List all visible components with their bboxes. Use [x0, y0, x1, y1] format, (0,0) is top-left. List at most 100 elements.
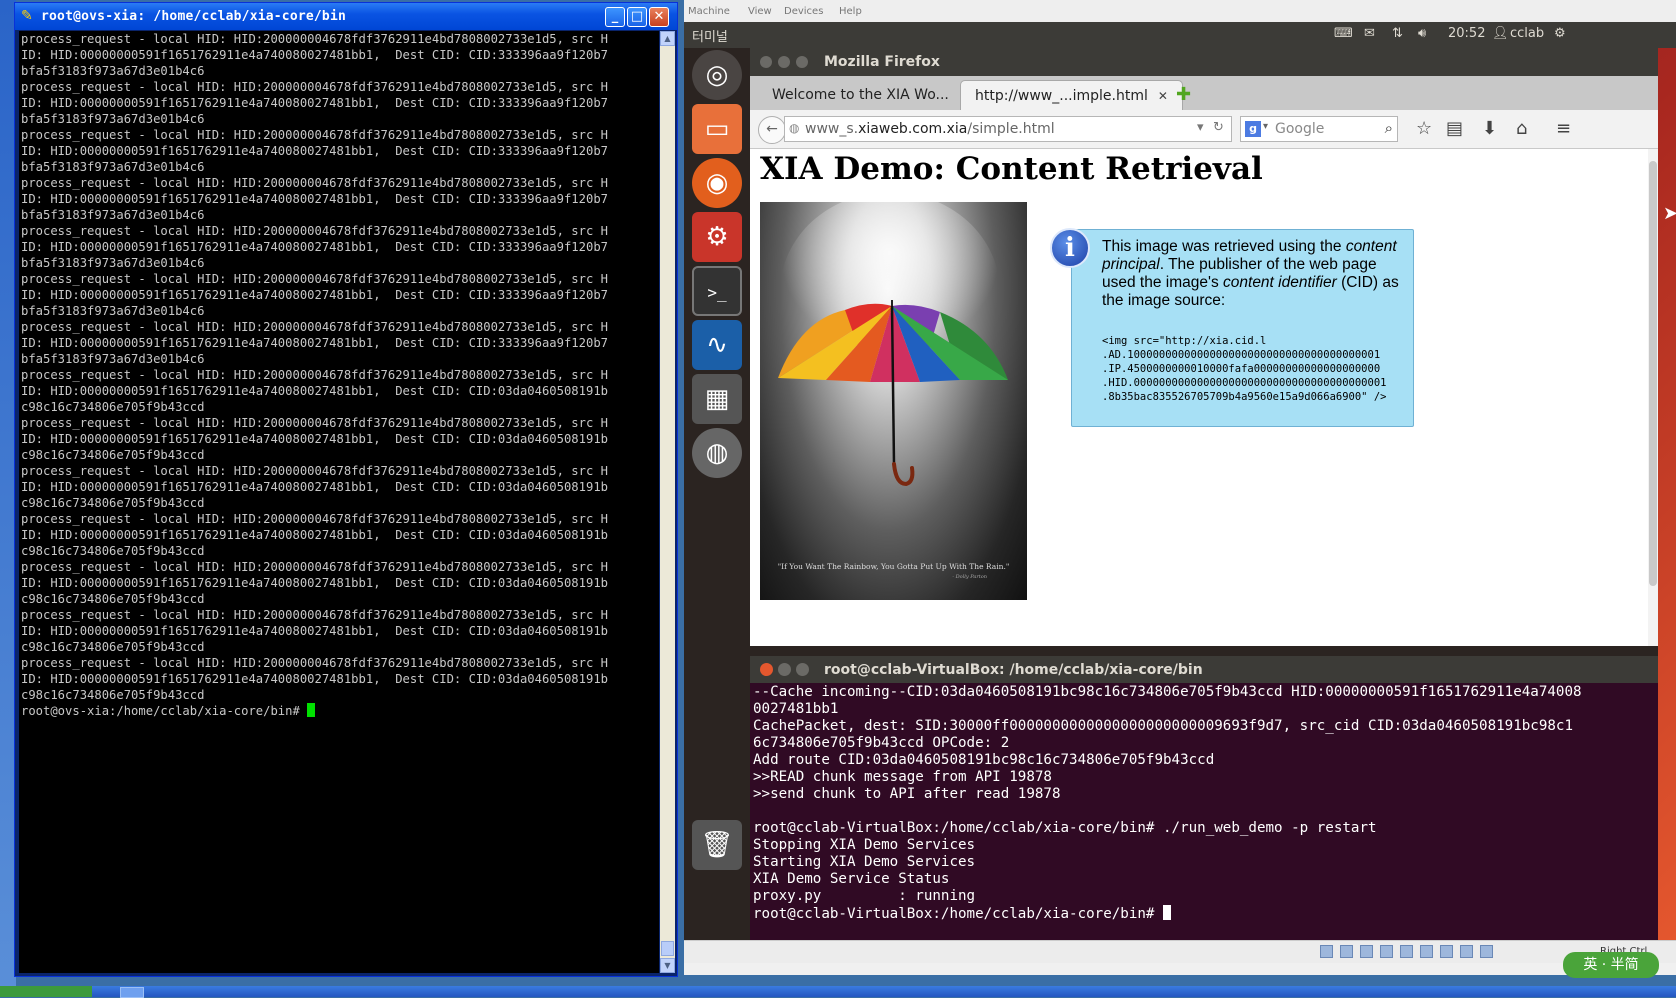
dropdown-arrow-icon[interactable]: ▾ [1197, 120, 1204, 135]
shared-folder-icon[interactable] [1400, 945, 1413, 958]
start-button[interactable] [0, 986, 92, 997]
terminal-line: process_request - local HID: HID:2000000… [21, 656, 608, 670]
capture-status-icon[interactable] [1440, 945, 1453, 958]
cid-code-snippet: <img src="http://xia.cid.l .AD.100000000… [1102, 335, 1387, 403]
url-text: www_s.xiaweb.com.xia/simple.html [805, 121, 1055, 137]
ime-indicator[interactable]: 英 · 半简 [1563, 952, 1659, 978]
terminal-line: c98c16c734806e705f9b43ccd [21, 688, 205, 702]
mouse-integration-icon[interactable] [1460, 945, 1473, 958]
bookmark-star-icon[interactable]: ☆ [1416, 118, 1432, 139]
workspace-switcher-icon[interactable]: ▦ [692, 374, 742, 424]
prompt-text: root@cclab-VirtualBox:/home/cclab/xia-co… [753, 906, 1163, 922]
putty-titlebar[interactable]: ✎ root@ovs-xia: /home/cclab/xia-core/bin… [15, 3, 677, 30]
terminal-line: process_request - local HID: HID:2000000… [21, 464, 608, 478]
home-icon[interactable]: ⌂ [1516, 118, 1527, 139]
poster-quote: "If You Want The Rainbow, You Gotta Put … [777, 562, 1010, 571]
google-engine-icon[interactable]: g [1245, 121, 1261, 137]
dash-home-icon[interactable]: ◎ [692, 50, 742, 100]
terminal-line: process_request - local HID: HID:2000000… [21, 368, 608, 382]
hdd-status-icon[interactable] [1320, 945, 1333, 958]
vbox-status-bar: Right Ctrl [684, 940, 1676, 963]
terminal-line: --Cache incoming--CID:03da0460508191bc98… [753, 684, 1582, 700]
user-icon[interactable]: 👤︎ [1492, 26, 1509, 41]
tab-label: Welcome to the XIA Wo... [772, 87, 949, 103]
clock[interactable]: 20:52 [1448, 26, 1485, 41]
display-status-icon[interactable] [1420, 945, 1433, 958]
menu-view[interactable]: View [748, 6, 772, 17]
terminal-output[interactable]: --Cache incoming--CID:03da0460508191bc98… [753, 684, 1653, 936]
info-icon: i [1050, 228, 1090, 268]
download-icon[interactable]: ⬇ [1482, 118, 1497, 139]
keyboard-icon[interactable]: ⌨ [1334, 26, 1353, 41]
terminal-line: ID: HID:00000000591f1651762911e4a7400800… [21, 288, 608, 302]
tab-simple[interactable]: http://www_...imple.html ✕ [960, 80, 1183, 110]
terminal-minimize-icon[interactable] [778, 663, 791, 676]
maximize-button[interactable]: □ [627, 7, 647, 27]
globe-icon: ◍ [789, 121, 800, 135]
window-close-icon[interactable] [760, 56, 772, 68]
terminal-line: Add route CID:03da0460508191bc98c16c7348… [753, 752, 1215, 768]
network-status-icon[interactable] [1380, 945, 1393, 958]
mail-icon[interactable]: ✉ [1364, 26, 1375, 41]
terminal-line: bfa5f3183f973a67d3e01b4c6 [21, 256, 205, 270]
volume-icon[interactable]: 🔊︎ [1418, 26, 1426, 41]
search-icon[interactable]: ⌕ [1385, 119, 1393, 137]
putty-title: root@ovs-xia: /home/cclab/xia-core/bin [41, 9, 347, 24]
terminal-icon[interactable]: >_ [692, 266, 742, 316]
menu-devices[interactable]: Devices [784, 6, 823, 17]
search-box[interactable]: g ▾ Google ⌕ [1240, 116, 1398, 142]
terminal-titlebar[interactable]: root@cclab-VirtualBox: /home/cclab/xia-c… [750, 656, 1658, 683]
window-minimize-icon[interactable] [778, 56, 790, 68]
minimize-button[interactable]: _ [605, 7, 625, 27]
url-prefix: www_s. [805, 121, 859, 137]
virtualbox-window: Machine View Devices Help 터미널 ⌨ ✉ ⇅ 🔊︎ 2… [684, 0, 1676, 975]
reload-icon[interactable]: ↻ [1213, 120, 1224, 135]
tab-welcome[interactable]: Welcome to the XIA Wo...✕ [758, 80, 983, 110]
url-bar[interactable]: ◍ www_s.xiaweb.com.xia/simple.html ▾ ↻ [784, 116, 1232, 142]
terminal-line: process_request - local HID: HID:2000000… [21, 272, 608, 286]
trash-icon[interactable]: 🗑︎ [692, 820, 742, 870]
umbrella-image[interactable]: "If You Want The Rainbow, You Gotta Put … [760, 202, 1027, 600]
terminal-title: root@cclab-VirtualBox: /home/cclab/xia-c… [824, 662, 1203, 678]
dvd-drive-icon[interactable]: ◍ [692, 428, 742, 478]
menu-help[interactable]: Help [839, 6, 862, 17]
terminal-line: 0027481bb1 [753, 701, 839, 717]
system-settings-icon[interactable]: ⚙ [692, 212, 742, 262]
taskbar-item[interactable] [120, 987, 144, 998]
new-tab-icon[interactable]: ✚ [1176, 84, 1191, 105]
network-icon[interactable]: ⇅ [1392, 26, 1403, 41]
firefox-icon[interactable]: ◉ [692, 158, 742, 208]
page-scroll-thumb[interactable] [1649, 161, 1657, 586]
scroll-up-arrow-icon[interactable]: ▲ [660, 31, 675, 46]
terminal-line: ID: HID:00000000591f1651762911e4a7400800… [21, 96, 608, 110]
back-button[interactable]: ← [758, 116, 786, 144]
cd-status-icon[interactable] [1340, 945, 1353, 958]
files-icon[interactable]: ▭ [692, 104, 742, 154]
search-placeholder: Google [1275, 121, 1325, 137]
window-maximize-icon[interactable] [796, 56, 808, 68]
reading-list-icon[interactable]: ▤ [1446, 118, 1463, 139]
tab-close-icon[interactable]: ✕ [1158, 89, 1168, 103]
terminal-maximize-icon[interactable] [796, 663, 809, 676]
scroll-down-arrow-icon[interactable]: ▼ [660, 958, 675, 973]
usb-status-icon[interactable] [1360, 945, 1373, 958]
wireshark-icon[interactable]: ∿ [692, 320, 742, 370]
menu-icon[interactable]: ≡ [1556, 118, 1571, 139]
menu-machine[interactable]: Machine [688, 6, 730, 17]
page-scrollbar[interactable] [1648, 149, 1658, 646]
firefox-titlebar[interactable]: Mozilla Firefox [750, 48, 1658, 76]
user-name[interactable]: cclab [1510, 26, 1544, 41]
terminal-line: process_request - local HID: HID:2000000… [21, 32, 608, 46]
putty-scrollbar[interactable]: ▲ ▼ [660, 31, 675, 973]
gear-icon[interactable]: ⚙ [1554, 26, 1566, 41]
engine-dropdown-icon[interactable]: ▾ [1263, 121, 1268, 132]
putty-terminal[interactable]: process_request - local HID: HID:2000000… [19, 31, 659, 973]
active-app-name: 터미널 [692, 30, 728, 45]
terminal-line: c98c16c734806e705f9b43ccd [21, 400, 205, 414]
keyboard-capture-icon[interactable] [1480, 945, 1493, 958]
terminal-close-icon[interactable] [760, 663, 773, 676]
scroll-thumb[interactable] [661, 941, 674, 956]
close-button[interactable]: ✕ [649, 7, 669, 27]
terminal-cursor [307, 703, 316, 717]
url-path: /simple.html [967, 121, 1055, 137]
